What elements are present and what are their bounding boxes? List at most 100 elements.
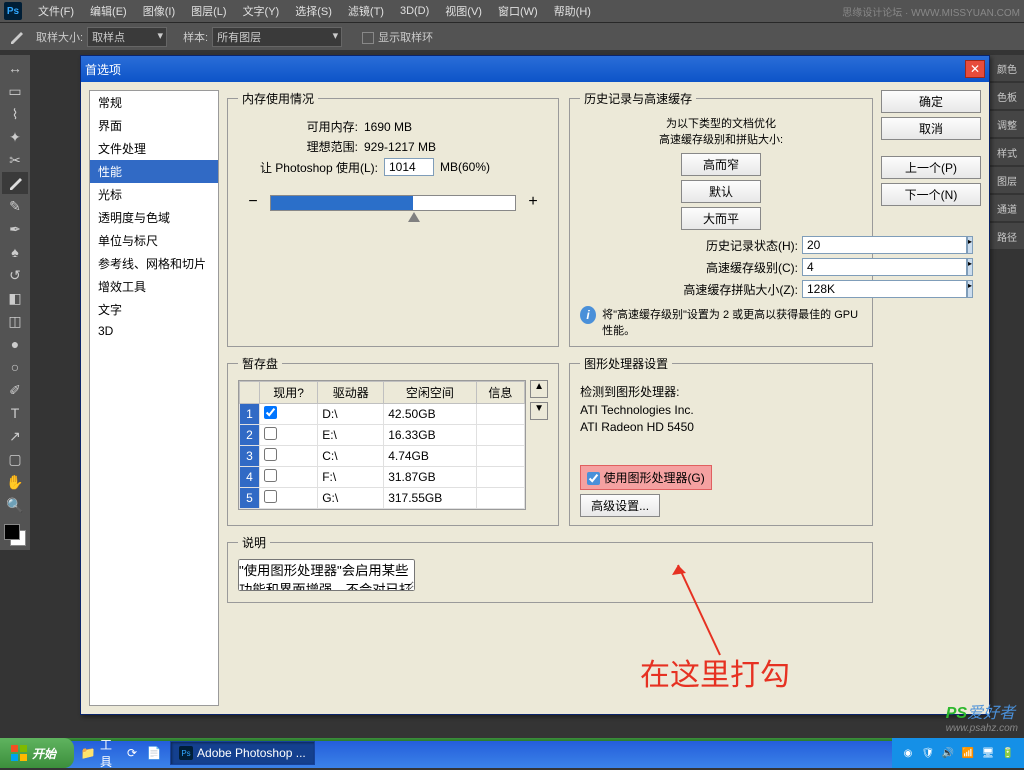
cat-cursors[interactable]: 光标 [90, 183, 218, 206]
next-button[interactable]: 下一个(N) [881, 183, 981, 206]
menu-view[interactable]: 视图(V) [437, 3, 490, 19]
sample-select[interactable]: 所有图层 [212, 27, 342, 47]
cat-type[interactable]: 文字 [90, 298, 218, 321]
scratch-check-5[interactable] [264, 490, 277, 503]
foreground-swatch[interactable] [4, 524, 20, 540]
blur-tool-icon[interactable]: ● [2, 333, 28, 355]
cat-3d[interactable]: 3D [90, 321, 218, 341]
menu-filter[interactable]: 滤镜(T) [340, 3, 392, 19]
path-tool-icon[interactable]: ↗ [2, 425, 28, 447]
slider-thumb-icon[interactable] [408, 212, 420, 222]
scratch-check-4[interactable] [264, 469, 277, 482]
menu-select[interactable]: 选择(S) [287, 3, 340, 19]
th-drive[interactable]: 驱动器 [318, 382, 384, 404]
btn-big[interactable]: 大而平 [681, 207, 761, 230]
table-row[interactable]: 1D:\42.50GB [240, 404, 525, 425]
color-swatches[interactable] [2, 522, 28, 548]
start-button[interactable]: 开始 [0, 738, 74, 768]
cat-filehandling[interactable]: 文件处理 [90, 137, 218, 160]
scratch-check-2[interactable] [264, 427, 277, 440]
stamp-tool-icon[interactable]: ♠ [2, 241, 28, 263]
menu-image[interactable]: 图像(I) [135, 3, 183, 19]
shape-tool-icon[interactable]: ▢ [2, 448, 28, 470]
type-tool-icon[interactable]: T [2, 402, 28, 424]
zoom-tool-icon[interactable]: 🔍 [2, 494, 28, 516]
ql-item[interactable]: 工具 [100, 743, 120, 763]
gpu-detected-label: 检测到图形处理器: [580, 383, 862, 400]
tray-icon[interactable]: 🔊 [940, 745, 956, 761]
brush-tool-icon[interactable]: ✒ [2, 218, 28, 240]
scratch-up[interactable]: ▲ [530, 380, 548, 398]
close-button[interactable]: ✕ [965, 60, 985, 78]
sample-size-select[interactable]: 取样点 [87, 27, 167, 47]
tray-icon[interactable]: 📶 [960, 745, 976, 761]
cancel-button[interactable]: 取消 [881, 117, 981, 140]
category-list: 常规 界面 文件处理 性能 光标 透明度与色域 单位与标尺 参考线、网格和切片 … [89, 90, 219, 706]
table-row[interactable]: 2E:\16.33GB [240, 425, 525, 446]
menu-edit[interactable]: 编辑(E) [82, 3, 135, 19]
panel-color[interactable]: 颜色 [990, 55, 1024, 81]
menu-type[interactable]: 文字(Y) [235, 3, 288, 19]
ql-item[interactable]: ⟳ [122, 743, 142, 763]
cat-plugins[interactable]: 增效工具 [90, 275, 218, 298]
dialog-titlebar[interactable]: 首选项 ✕ [81, 56, 989, 82]
wand-tool-icon[interactable]: ✦ [2, 126, 28, 148]
menu-window[interactable]: 窗口(W) [490, 3, 546, 19]
marquee-tool-icon[interactable]: ▭ [2, 80, 28, 102]
cat-performance[interactable]: 性能 [90, 160, 218, 183]
show-ring-checkbox[interactable]: 显示取样环 [362, 29, 433, 45]
cat-units[interactable]: 单位与标尺 [90, 229, 218, 252]
btn-default[interactable]: 默认 [681, 180, 761, 203]
cat-transparency[interactable]: 透明度与色域 [90, 206, 218, 229]
btn-tall[interactable]: 高而窄 [681, 153, 761, 176]
scratch-check-3[interactable] [264, 448, 277, 461]
tray-icon[interactable]: 🖥 [980, 745, 996, 761]
memory-slider[interactable] [270, 195, 516, 211]
th-info[interactable]: 信息 [476, 382, 524, 404]
table-row[interactable]: 3C:\4.74GB [240, 446, 525, 467]
tray-icon[interactable]: 🛡 [920, 745, 936, 761]
history-brush-icon[interactable]: ↺ [2, 264, 28, 286]
scratch-down[interactable]: ▼ [530, 402, 548, 420]
panel-layers[interactable]: 图层 [990, 167, 1024, 193]
menu-layer[interactable]: 图层(L) [183, 3, 234, 19]
prev-button[interactable]: 上一个(P) [881, 156, 981, 179]
ok-button[interactable]: 确定 [881, 90, 981, 113]
scratch-check-1[interactable] [264, 406, 277, 419]
cat-general[interactable]: 常规 [90, 91, 218, 114]
memory-input[interactable] [384, 158, 434, 176]
th-active[interactable]: 现用? [260, 382, 318, 404]
heal-tool-icon[interactable]: ✎ [2, 195, 28, 217]
slider-plus[interactable]: + [524, 194, 542, 212]
taskbar-item-photoshop[interactable]: Ps Adobe Photoshop ... [170, 741, 315, 765]
panel-styles[interactable]: 样式 [990, 139, 1024, 165]
cat-guides[interactable]: 参考线、网格和切片 [90, 252, 218, 275]
ql-item[interactable]: 📄 [144, 743, 164, 763]
panel-swatches[interactable]: 色板 [990, 83, 1024, 109]
table-row[interactable]: 5G:\317.55GB [240, 488, 525, 509]
tray-icon[interactable]: ◉ [900, 745, 916, 761]
ql-item[interactable]: 📁 [78, 743, 98, 763]
menu-file[interactable]: 文件(F) [30, 3, 82, 19]
table-row[interactable]: 4F:\31.87GB [240, 467, 525, 488]
tray-icon[interactable]: 🔋 [1000, 745, 1016, 761]
cat-interface[interactable]: 界面 [90, 114, 218, 137]
eyedropper-tool-icon[interactable] [2, 172, 28, 194]
eraser-tool-icon[interactable]: ◧ [2, 287, 28, 309]
menu-help[interactable]: 帮助(H) [546, 3, 599, 19]
gpu-advanced-button[interactable]: 高级设置... [580, 494, 660, 517]
gradient-tool-icon[interactable]: ◫ [2, 310, 28, 332]
th-free[interactable]: 空闲空间 [384, 382, 476, 404]
panel-adjust[interactable]: 调整 [990, 111, 1024, 137]
gpu-enable-checkbox[interactable]: 使用图形处理器(G) [587, 471, 705, 485]
lasso-tool-icon[interactable]: ⌇ [2, 103, 28, 125]
move-tool-icon[interactable]: ↔ [2, 57, 28, 79]
panel-paths[interactable]: 路径 [990, 223, 1024, 249]
panel-channels[interactable]: 通道 [990, 195, 1024, 221]
crop-tool-icon[interactable]: ✂ [2, 149, 28, 171]
hand-tool-icon[interactable]: ✋ [2, 471, 28, 493]
menu-3d[interactable]: 3D(D) [392, 5, 437, 17]
slider-minus[interactable]: − [244, 194, 262, 212]
dodge-tool-icon[interactable]: ○ [2, 356, 28, 378]
pen-tool-icon[interactable]: ✐ [2, 379, 28, 401]
